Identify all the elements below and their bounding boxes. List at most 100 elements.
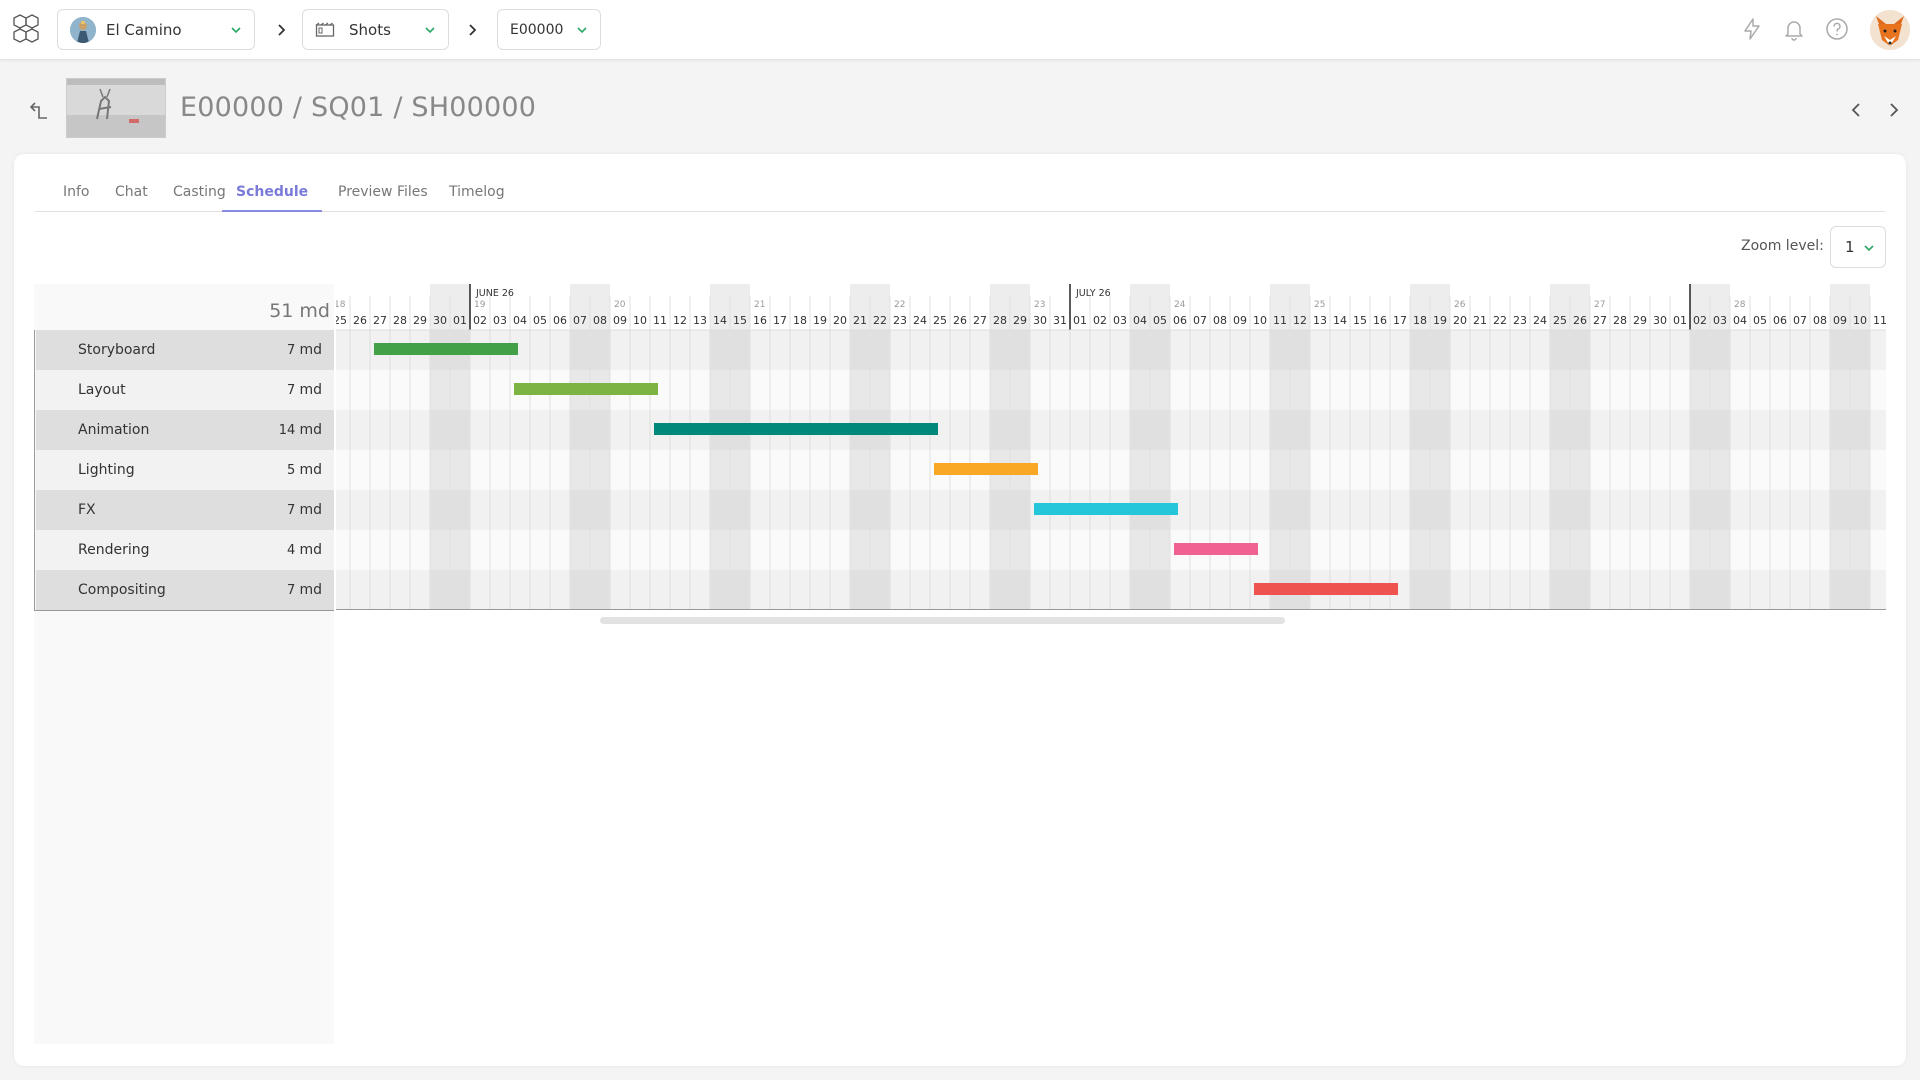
task-row-fx[interactable]: FX 7 md <box>36 490 334 530</box>
day-label: 05 <box>1753 314 1767 327</box>
user-avatar[interactable] <box>1870 10 1910 50</box>
week-number: 21 <box>754 300 765 310</box>
day-label: 30 <box>433 314 447 327</box>
day-label: 02 <box>473 314 487 327</box>
episode-select[interactable]: E00000 <box>497 9 601 50</box>
chevron-down-icon <box>231 27 241 34</box>
previous-icon[interactable] <box>1849 100 1863 120</box>
day-label: 16 <box>1373 314 1387 327</box>
lightning-icon[interactable] <box>1739 16 1765 42</box>
kitsu-logo-icon[interactable] <box>9 12 43 48</box>
bell-icon[interactable] <box>1781 16 1807 42</box>
week-number: 22 <box>894 300 905 310</box>
total-man-days: 51 md <box>269 300 330 322</box>
day-label: 06 <box>1173 314 1187 327</box>
day-label: 21 <box>853 314 867 327</box>
zoom-level-label: Zoom level: <box>1741 238 1824 254</box>
task-man-days: 5 md <box>287 462 322 478</box>
day-label: 07 <box>1793 314 1807 327</box>
task-row-animation[interactable]: Animation 14 md <box>36 410 334 450</box>
day-label: 01 <box>1073 314 1087 327</box>
day-label: 16 <box>753 314 767 327</box>
day-label: 07 <box>1193 314 1207 327</box>
month-label: JULY 26 <box>1075 288 1111 299</box>
day-label: 29 <box>1633 314 1647 327</box>
row-background <box>336 450 1886 490</box>
day-label: 30 <box>1653 314 1667 327</box>
gantt-chart: 251826 27 28 29 30 01 0219JUNE 2603 04 05 06 07 08 0… <box>336 284 1886 610</box>
chevron-down-icon <box>425 27 435 34</box>
task-man-days: 7 md <box>287 382 322 398</box>
production-select[interactable]: El Camino <box>57 9 255 50</box>
task-name: Animation <box>78 422 150 438</box>
gantt-timeline[interactable]: 25 18 26 27 28 29 30 01 02 19 JUNE 26 03 04 05 06 07 08 0… <box>336 284 1886 612</box>
horizontal-scrollbar[interactable] <box>600 617 1285 624</box>
day-label: 15 <box>733 314 747 327</box>
entity-type-select[interactable]: Shots <box>302 9 449 50</box>
weekend-column <box>1290 284 1310 610</box>
week-number: 18 <box>336 300 346 310</box>
chevron-down-icon <box>577 27 587 34</box>
day-label: 19 <box>813 314 827 327</box>
day-label: 12 <box>1293 314 1307 327</box>
next-icon[interactable] <box>1887 100 1901 120</box>
task-bar <box>654 423 938 435</box>
weekend-column <box>850 284 870 610</box>
day-label: 28 <box>393 314 407 327</box>
weekend-column <box>1850 284 1870 610</box>
day-label: 29 <box>1013 314 1027 327</box>
weekend-column <box>1570 284 1590 610</box>
task-row-rendering[interactable]: Rendering 4 md <box>36 530 334 570</box>
day-label: 27 <box>973 314 987 327</box>
task-man-days: 4 md <box>287 542 322 558</box>
weekend-column <box>430 284 450 610</box>
chevron-right-icon <box>278 24 286 36</box>
day-label: 19 <box>1433 314 1447 327</box>
day-label: 17 <box>1393 314 1407 327</box>
zoom-level-select[interactable]: 1 <box>1830 226 1886 268</box>
weekend-column <box>1130 284 1150 610</box>
day-label: 05 <box>1153 314 1167 327</box>
task-bar <box>1034 503 1178 515</box>
tab-preview-files[interactable]: Preview Files <box>324 184 442 212</box>
weekend-column <box>710 284 730 610</box>
day-label: 01 <box>453 314 467 327</box>
tab-chat[interactable]: Chat <box>101 184 162 212</box>
day-label: 23 <box>893 314 907 327</box>
shot-thumbnail[interactable] <box>66 78 166 138</box>
weekend-column <box>870 284 890 610</box>
task-name: Rendering <box>78 542 150 558</box>
help-icon[interactable] <box>1824 16 1850 42</box>
day-label: 25 <box>933 314 947 327</box>
tab-timelog[interactable]: Timelog <box>435 184 519 212</box>
day-label: 20 <box>1453 314 1467 327</box>
day-label: 08 <box>593 314 607 327</box>
chevron-right-icon <box>469 24 477 36</box>
task-row-compositing[interactable]: Compositing 7 md <box>36 570 334 610</box>
task-row-storyboard[interactable]: Storyboard 7 md <box>36 330 334 370</box>
day-label: 14 <box>713 314 727 327</box>
day-label: 06 <box>1773 314 1787 327</box>
task-name: FX <box>78 502 96 518</box>
day-label: 13 <box>1313 314 1327 327</box>
day-label: 08 <box>1813 314 1827 327</box>
weekend-column <box>1710 284 1730 610</box>
tab-schedule[interactable]: Schedule <box>222 184 323 212</box>
back-arrow-icon[interactable] <box>28 99 50 121</box>
day-label: 29 <box>413 314 427 327</box>
day-label: 28 <box>1613 314 1627 327</box>
task-row-lighting[interactable]: Lighting 5 md <box>36 450 334 490</box>
weekend-column <box>1830 284 1850 610</box>
day-label: 03 <box>1113 314 1127 327</box>
production-avatar <box>70 16 96 43</box>
tab-info[interactable]: Info <box>49 184 104 212</box>
episode-label: E00000 <box>510 21 564 38</box>
week-number: 25 <box>1314 300 1325 310</box>
day-label: 21 <box>1473 314 1487 327</box>
task-name: Storyboard <box>78 342 156 358</box>
task-row-layout[interactable]: Layout 7 md <box>36 370 334 410</box>
weekend-column <box>990 284 1010 610</box>
week-number: 19 <box>474 300 486 310</box>
day-label: 04 <box>1133 314 1147 327</box>
weekend-column <box>590 284 610 610</box>
